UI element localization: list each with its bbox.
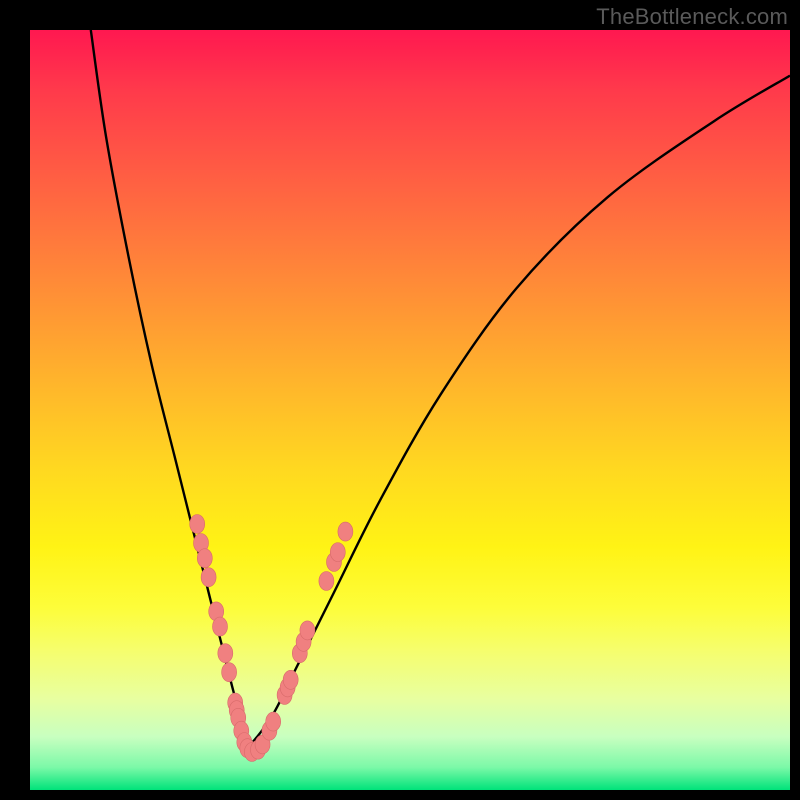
chart-frame: TheBottleneck.com [0,0,800,800]
plot-area [30,30,790,790]
data-marker [190,515,205,534]
data-marker [266,712,281,731]
watermark-text: TheBottleneck.com [596,4,788,30]
data-marker [300,621,315,640]
data-marker [319,572,334,591]
curve-markers [190,515,353,762]
bottleneck-curve [91,30,790,748]
data-marker [330,543,345,562]
data-marker [213,617,228,636]
data-marker [222,663,237,682]
data-marker [283,670,298,689]
data-marker [201,568,216,587]
data-marker [338,522,353,541]
data-marker [218,644,233,663]
curve-svg [30,30,790,790]
data-marker [197,549,212,568]
